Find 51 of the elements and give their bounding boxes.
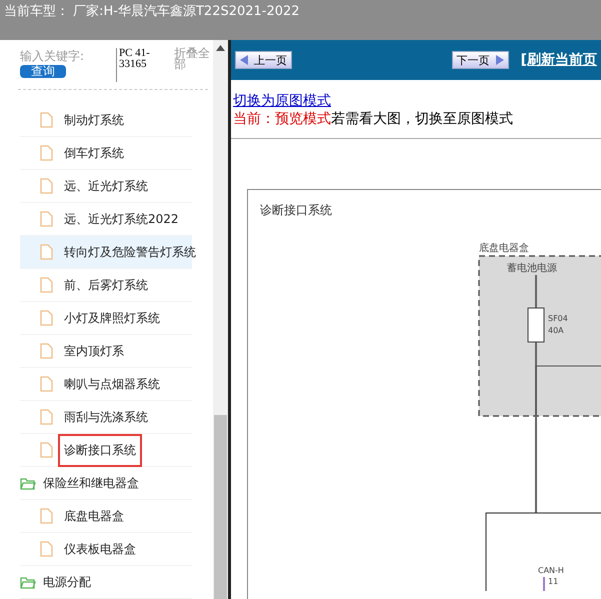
- tree-item[interactable]: 底盘电器盒: [58, 500, 130, 532]
- prev-page-button[interactable]: 上一页: [235, 51, 292, 69]
- file-icon: [40, 178, 53, 194]
- folder-icon: [20, 576, 36, 588]
- fuse-name: SF04: [548, 314, 568, 323]
- fuse-symbol: [528, 308, 544, 342]
- right-arrow-icon: [496, 55, 504, 65]
- folder-icon: [20, 476, 36, 490]
- file-icon: [40, 310, 53, 326]
- file-icon: [40, 541, 53, 557]
- switch-mode-link[interactable]: 切换为原图模式: [233, 93, 331, 109]
- diagram-title: 诊断接口系统: [260, 202, 332, 219]
- file-icon: [40, 211, 53, 227]
- source-label: 蓄电池电源: [507, 263, 557, 274]
- file-icon: [40, 409, 53, 425]
- tree-item[interactable]: 前、后雾灯系统: [58, 268, 154, 302]
- signal-wire: [543, 577, 545, 591]
- current-mode-text: 当前：预览模式: [233, 111, 331, 127]
- tree-item[interactable]: 远、近光灯系统: [58, 170, 154, 202]
- file-icon: [40, 145, 53, 161]
- fuse-rating: 40A: [548, 326, 564, 335]
- tree-folder[interactable]: 电源分配: [41, 566, 93, 598]
- tree-item[interactable]: 远、近光灯系统2022: [58, 202, 185, 236]
- signal-label: CAN-H: [538, 566, 564, 575]
- tree-item[interactable]: 诊断接口系统: [58, 434, 142, 466]
- tree-item[interactable]: 室内顶灯系: [58, 334, 130, 368]
- next-page-button[interactable]: 下一页: [452, 51, 509, 69]
- search-label: 输入关键字:: [20, 48, 86, 65]
- tree-item[interactable]: 倒车灯系统: [58, 136, 130, 170]
- tree-item[interactable]: 制动灯系统: [58, 104, 130, 136]
- file-icon: [40, 244, 53, 260]
- tree-item[interactable]: 雨刮与洗涤系统: [58, 400, 154, 434]
- scroll-up-icon[interactable]: [216, 45, 225, 51]
- tree-item[interactable]: 小灯及牌照灯系统: [58, 302, 166, 334]
- file-icon: [40, 508, 53, 524]
- box-label: 底盘电器盒: [479, 243, 529, 254]
- mode-hint-text: 若需看大图，切换至原图模式: [331, 111, 513, 127]
- file-icon: [40, 112, 53, 128]
- tree-folder[interactable]: 保险丝和继电器盒: [41, 466, 141, 500]
- scrollbar-thumb[interactable]: [214, 415, 227, 599]
- refresh-link[interactable]: [刷新当前页: [520, 51, 597, 69]
- pin-number: 11: [548, 577, 558, 586]
- file-icon: [40, 442, 53, 458]
- tree-item[interactable]: 仪表板电器盒: [58, 532, 142, 566]
- tree-item[interactable]: 喇叭与点烟器系统: [58, 368, 166, 400]
- file-icon: [40, 376, 53, 392]
- file-icon: [40, 277, 53, 293]
- left-arrow-icon: [240, 55, 248, 65]
- window-title: 当前车型： 厂家:H-华晨汽车鑫源T22S2021-2022: [4, 4, 300, 19]
- search-button[interactable]: 查询: [20, 65, 66, 78]
- file-icon: [40, 343, 53, 359]
